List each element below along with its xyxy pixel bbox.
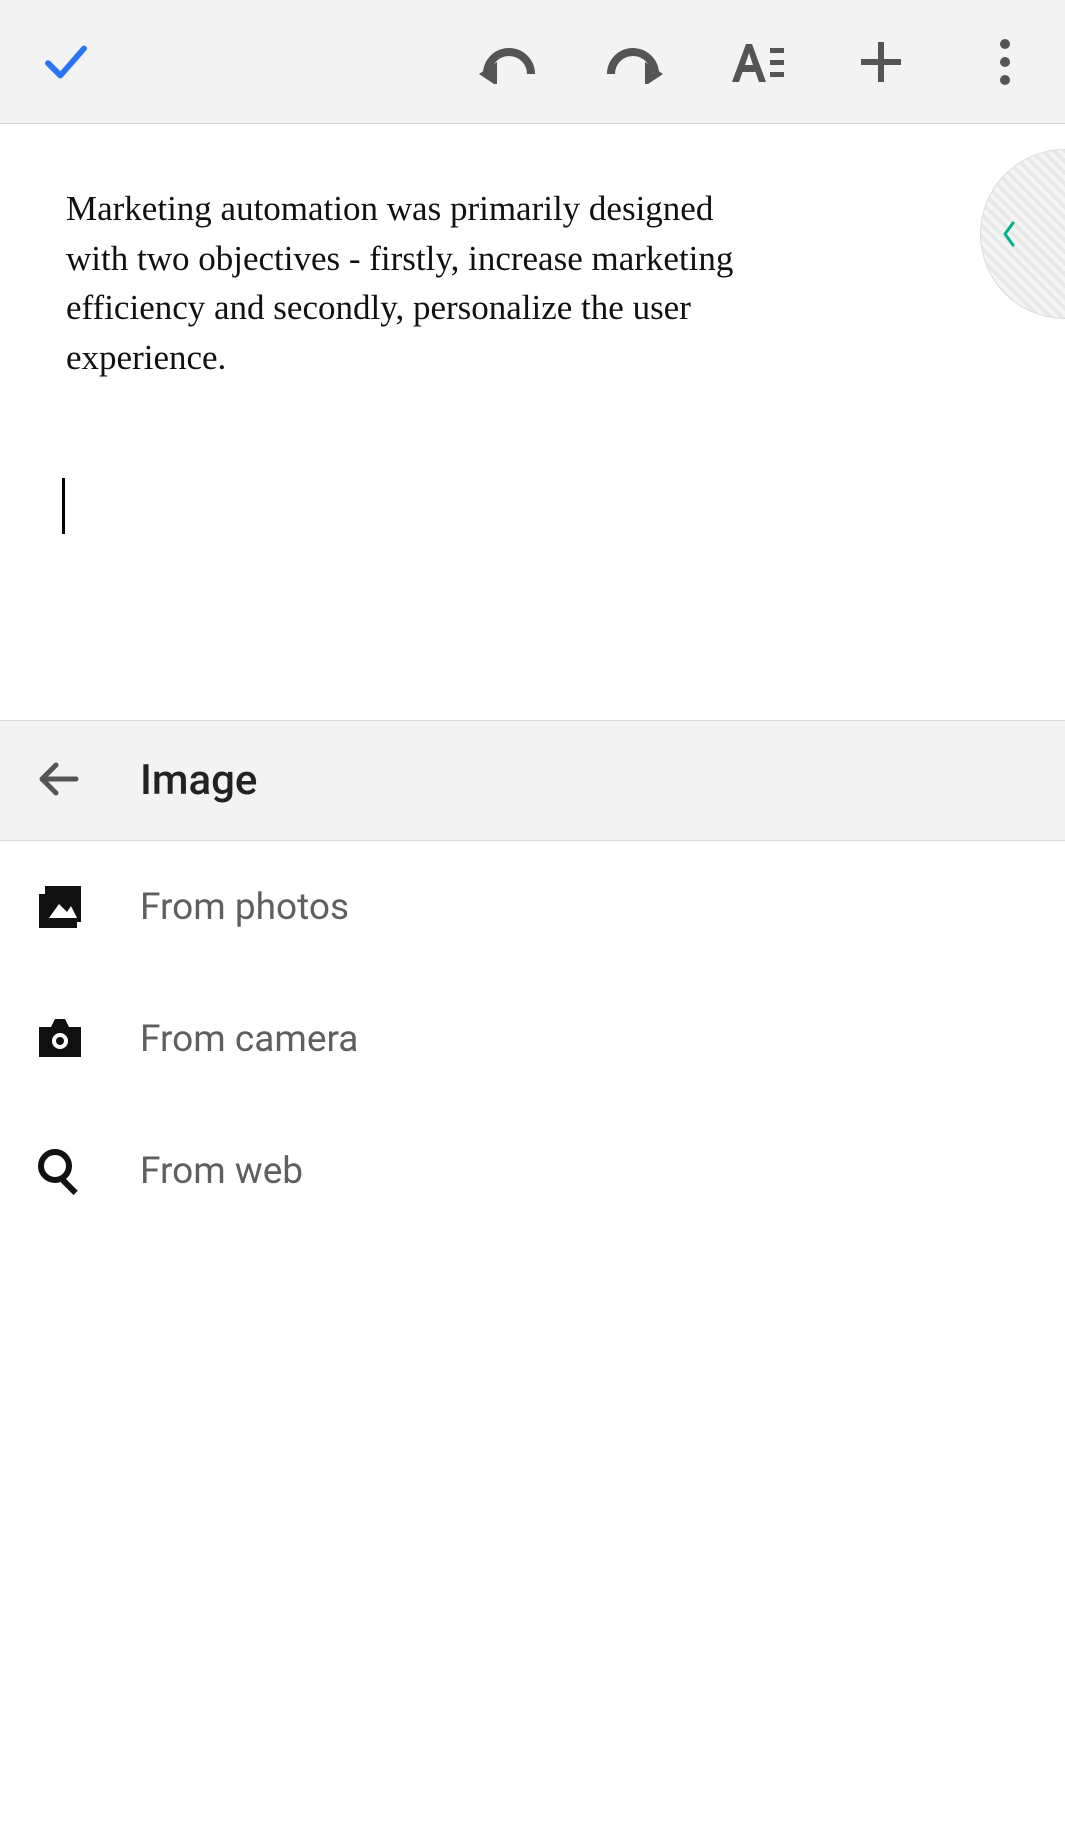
more-vert-icon bbox=[998, 37, 1012, 87]
text-format-button[interactable] bbox=[727, 32, 787, 92]
document-body[interactable]: Marketing automation was primarily desig… bbox=[66, 184, 766, 383]
option-from-web[interactable]: From web bbox=[0, 1105, 1065, 1237]
option-from-photos[interactable]: From photos bbox=[0, 841, 1065, 973]
insert-image-sheet: Image From photos From camera bbox=[0, 720, 1065, 1835]
plus-icon bbox=[857, 38, 905, 86]
explore-handle[interactable] bbox=[980, 149, 1065, 319]
undo-icon bbox=[479, 40, 539, 84]
text-format-icon bbox=[728, 38, 786, 86]
search-icon bbox=[30, 1141, 90, 1201]
more-button[interactable] bbox=[975, 32, 1035, 92]
camera-icon bbox=[30, 1009, 90, 1069]
photos-icon bbox=[30, 877, 90, 937]
text-cursor bbox=[62, 478, 65, 534]
sheet-back-button[interactable] bbox=[30, 751, 90, 811]
option-label: From web bbox=[140, 1150, 303, 1193]
check-icon bbox=[39, 35, 93, 89]
option-label: From photos bbox=[140, 886, 349, 929]
done-button[interactable] bbox=[36, 32, 96, 92]
top-toolbar bbox=[0, 0, 1065, 124]
arrow-left-icon bbox=[36, 755, 84, 807]
chevron-left-icon bbox=[999, 219, 1019, 249]
redo-button[interactable] bbox=[603, 32, 663, 92]
sheet-header: Image bbox=[0, 721, 1065, 841]
document-area[interactable]: Marketing automation was primarily desig… bbox=[0, 124, 1065, 720]
sheet-title: Image bbox=[140, 756, 257, 805]
option-from-camera[interactable]: From camera bbox=[0, 973, 1065, 1105]
option-label: From camera bbox=[140, 1018, 358, 1061]
redo-icon bbox=[603, 40, 663, 84]
undo-button[interactable] bbox=[479, 32, 539, 92]
insert-button[interactable] bbox=[851, 32, 911, 92]
